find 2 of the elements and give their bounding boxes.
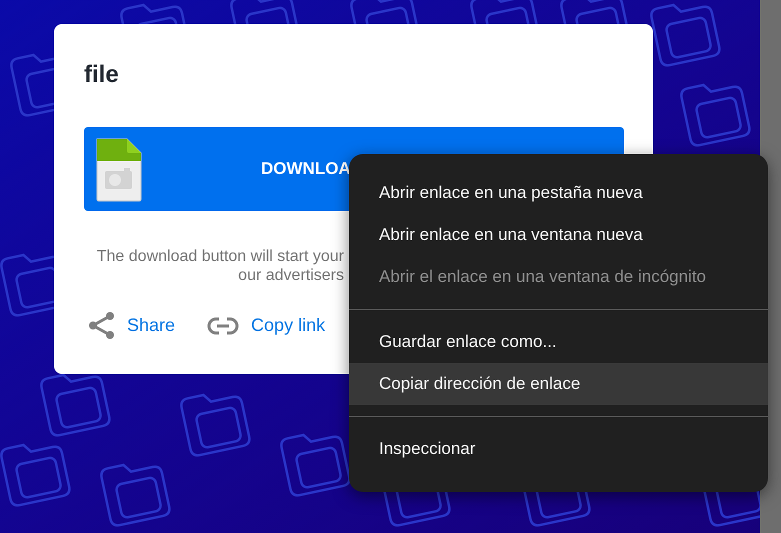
file-title: file bbox=[84, 60, 120, 90]
download-description: The download button will start your our advertisers bbox=[96, 247, 344, 285]
